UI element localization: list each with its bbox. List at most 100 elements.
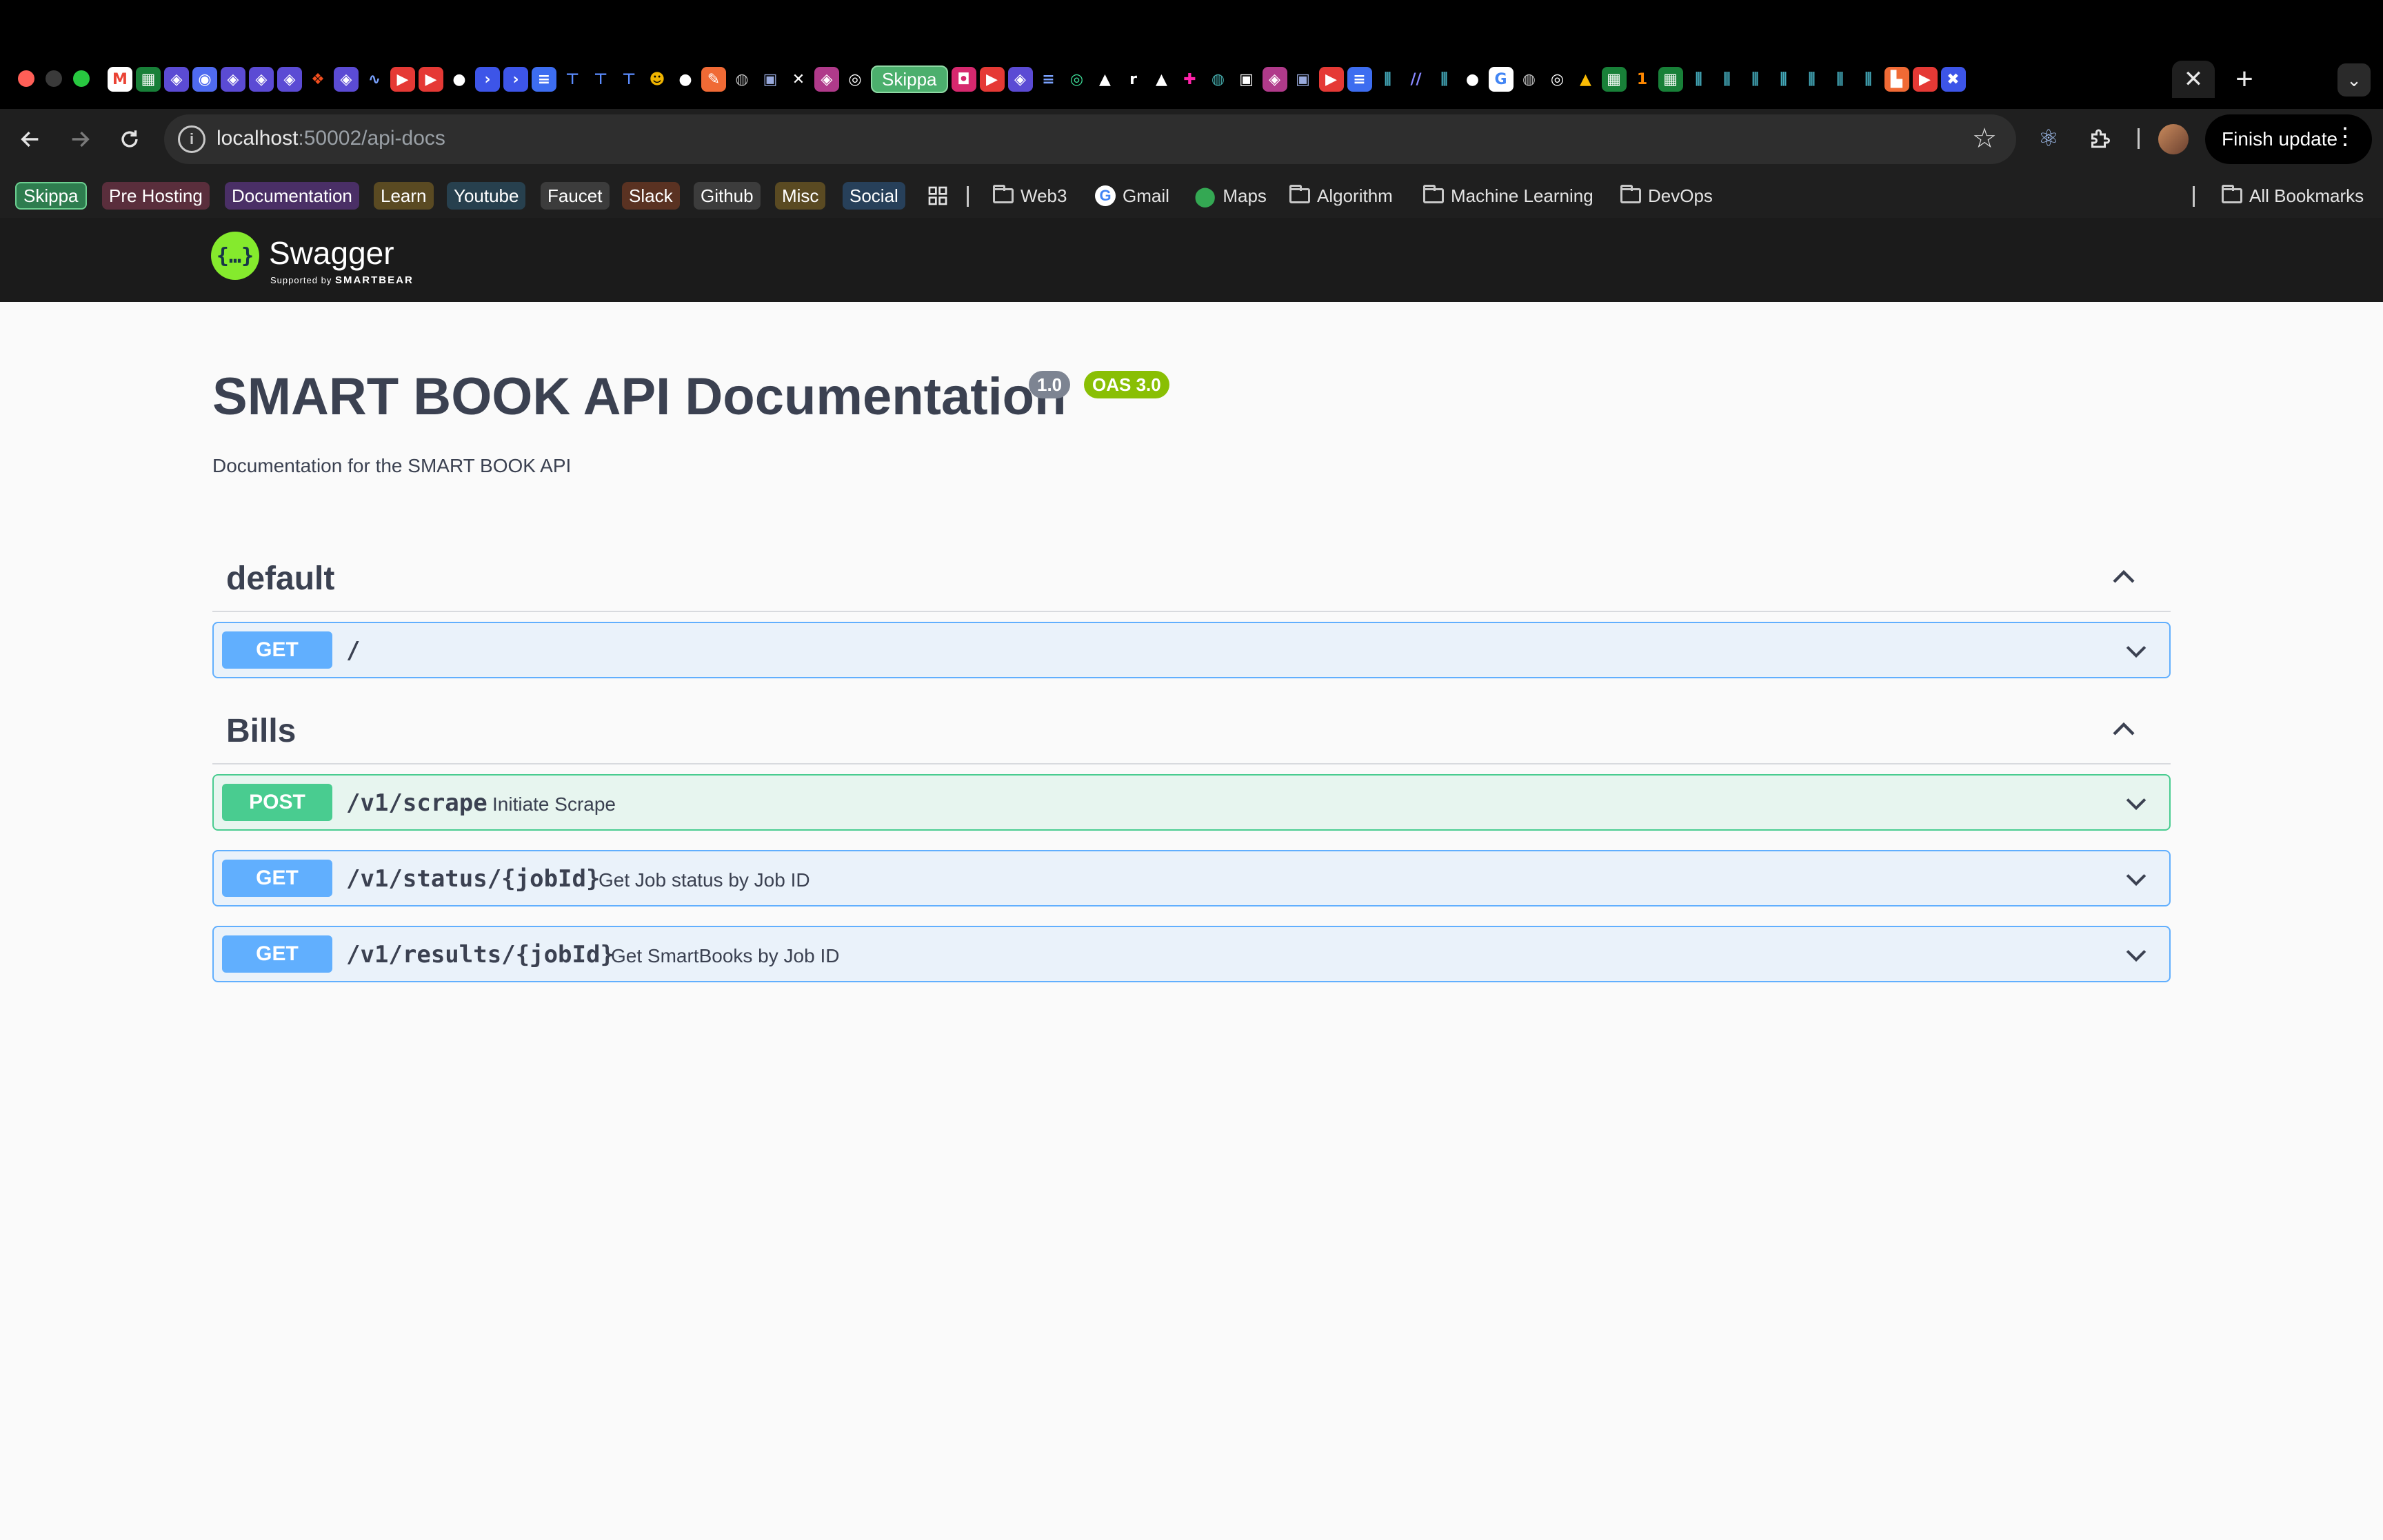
github-tab-icon[interactable]: ● — [1460, 67, 1485, 92]
operation-get-root[interactable]: GET / — [212, 622, 2171, 678]
bookmark-youtube[interactable]: Youtube — [447, 182, 526, 210]
operation-get-status[interactable]: GET /v1/status/{jobId} Get Job status by… — [212, 850, 2171, 906]
terminal-tab-icon[interactable]: › — [503, 67, 528, 92]
bookmark-gmail[interactable]: G Gmail — [1095, 182, 1169, 210]
bookmark-faucet[interactable]: Faucet — [541, 182, 610, 210]
app-tab-icon[interactable]: ▣ — [758, 67, 783, 92]
chevron-down-icon[interactable] — [2121, 788, 2151, 818]
chevron-down-icon[interactable] — [2121, 636, 2151, 666]
bookmark-maps[interactable]: ⬤ Maps — [1194, 182, 1267, 210]
extension-tab-icon[interactable]: ◈ — [334, 67, 359, 92]
chart-tab-icon[interactable]: ⫼ — [1827, 67, 1853, 92]
youtube-tab-icon[interactable]: ▶ — [390, 67, 415, 92]
bookmark-folder-web3[interactable]: Web3 — [993, 182, 1067, 210]
extensions-puzzle-icon[interactable] — [2082, 121, 2117, 156]
profile-avatar[interactable] — [2158, 124, 2189, 154]
bookmark-folder-machine-learning[interactable]: Machine Learning — [1423, 182, 1593, 210]
apps-grid-icon[interactable] — [927, 182, 949, 210]
app-tab-icon[interactable]: ∿ — [362, 67, 387, 92]
new-tab-button[interactable]: + — [2227, 62, 2262, 97]
all-bookmarks-folder[interactable]: All Bookmarks — [2222, 182, 2364, 210]
app-tab-icon[interactable]: ⊤ — [588, 67, 613, 92]
extension-tab-icon[interactable]: ◈ — [277, 67, 302, 92]
extension-tab-icon[interactable]: ◈ — [221, 67, 245, 92]
app-tab-icon[interactable]: ▲ — [1092, 67, 1118, 92]
sheets-tab-icon[interactable]: ▦ — [1601, 67, 1627, 92]
bookmark-folder-algorithm[interactable]: Algorithm — [1289, 182, 1393, 210]
site-info-icon[interactable]: i — [178, 125, 205, 153]
chart-tab-icon[interactable]: ⫼ — [1431, 67, 1457, 92]
reload-button[interactable] — [110, 120, 149, 159]
url-text[interactable]: localhost:50002/api-docs — [217, 127, 445, 150]
tag-section-bills[interactable]: Bills — [212, 701, 2171, 764]
app-tab-icon[interactable]: ▙ — [1884, 67, 1909, 92]
active-tab-close-icon[interactable]: ✕ — [2172, 61, 2215, 98]
drive-tab-icon[interactable]: ▲ — [1573, 67, 1598, 92]
app-tab-icon[interactable]: ◍ — [1205, 67, 1231, 92]
extension-tab-icon[interactable]: ◈ — [249, 67, 274, 92]
chart-tab-icon[interactable]: ⫼ — [1856, 67, 1881, 92]
app-tab-icon[interactable]: ▣ — [1234, 67, 1259, 92]
youtube-tab-icon[interactable]: ▶ — [979, 67, 1005, 92]
app-tab-icon[interactable]: ☻ — [645, 67, 670, 92]
skippa-pinned-tab[interactable]: Skippa — [871, 65, 948, 93]
operation-post-scrape[interactable]: POST /v1/scrape Initiate Scrape — [212, 774, 2171, 831]
extension-tab-icon[interactable]: ◈ — [164, 67, 189, 92]
back-button[interactable] — [11, 120, 50, 159]
app-tab-icon[interactable]: // — [1403, 67, 1429, 92]
youtube-tab-icon[interactable]: ▶ — [1912, 67, 1938, 92]
bookmark-folder-devops[interactable]: DevOps — [1620, 182, 1713, 210]
app-tab-icon[interactable]: ✚ — [1177, 67, 1203, 92]
youtube-tab-icon[interactable]: ▶ — [1318, 67, 1344, 92]
chrome-tab-icon[interactable]: ◎ — [1545, 67, 1570, 92]
react-devtools-icon[interactable]: ⚛ — [2031, 121, 2066, 156]
bookmark-learn[interactable]: Learn — [374, 182, 434, 210]
sheets-tab-icon[interactable]: ▦ — [1658, 67, 1683, 92]
app-tab-icon[interactable]: ◈ — [1262, 67, 1287, 92]
more-menu-icon[interactable]: ⋮ — [2333, 123, 2357, 150]
google-tab-icon[interactable]: G — [1488, 67, 1514, 92]
app-tab-icon[interactable]: ◉ — [192, 67, 217, 92]
maximize-window-button[interactable] — [73, 70, 90, 87]
close-window-button[interactable] — [18, 70, 34, 87]
chart-tab-icon[interactable]: ⫼ — [1375, 67, 1400, 92]
bookmark-github[interactable]: Github — [694, 182, 761, 210]
globe-tab-icon[interactable]: ◍ — [1516, 67, 1542, 92]
github-tab-icon[interactable]: ● — [673, 67, 698, 92]
swagger-brand[interactable]: Swagger — [269, 234, 394, 272]
forward-button[interactable] — [61, 120, 99, 159]
bookmark-star-icon[interactable]: ☆ — [1972, 123, 1997, 154]
app-tab-icon[interactable]: 1 — [1629, 67, 1655, 92]
operation-get-results[interactable]: GET /v1/results/{jobId} Get SmartBooks b… — [212, 926, 2171, 982]
chrome-tab-icon[interactable]: ◎ — [843, 67, 867, 92]
bookmark-social[interactable]: Social — [843, 182, 905, 210]
chart-tab-icon[interactable]: ⫼ — [1799, 67, 1824, 92]
chevron-up-icon[interactable] — [2107, 561, 2140, 594]
globe-tab-icon[interactable]: ◍ — [730, 67, 754, 92]
sheets-tab-icon[interactable]: ▦ — [136, 67, 161, 92]
gmail-tab-icon[interactable]: M — [108, 67, 132, 92]
app-tab-icon[interactable]: ▣ — [1290, 67, 1316, 92]
youtube-tab-icon[interactable]: ▶ — [419, 67, 443, 92]
chart-tab-icon[interactable]: ⫼ — [1714, 67, 1740, 92]
bookmark-misc[interactable]: Misc — [775, 182, 826, 210]
docs-tab-icon[interactable]: ≡ — [1347, 67, 1372, 92]
swagger-logo-icon[interactable]: {…} — [211, 232, 259, 280]
chevron-down-icon[interactable] — [2121, 864, 2151, 894]
app-tab-icon[interactable]: ✖ — [1940, 67, 1966, 92]
instagram-tab-icon[interactable]: ◘ — [951, 67, 976, 92]
chart-tab-icon[interactable]: ⫼ — [1686, 67, 1711, 92]
terminal-tab-icon[interactable]: › — [475, 67, 500, 92]
tab-search-button[interactable]: ⌄ — [2337, 63, 2371, 97]
app-tab-icon[interactable]: ◈ — [814, 67, 839, 92]
app-tab-icon[interactable]: ▲ — [1149, 67, 1174, 92]
x-tab-icon[interactable]: ✕ — [786, 67, 811, 92]
chevron-down-icon[interactable] — [2121, 940, 2151, 970]
chart-tab-icon[interactable]: ⫼ — [1771, 67, 1796, 92]
bookmark-slack[interactable]: Slack — [622, 182, 680, 210]
chart-tab-icon[interactable]: ⫼ — [1742, 67, 1768, 92]
app-tab-icon[interactable]: r — [1120, 67, 1146, 92]
github-tab-icon[interactable]: ● — [447, 67, 472, 92]
app-tab-icon[interactable]: ◎ — [1064, 67, 1089, 92]
app-tab-icon[interactable]: ≡ — [1036, 67, 1061, 92]
